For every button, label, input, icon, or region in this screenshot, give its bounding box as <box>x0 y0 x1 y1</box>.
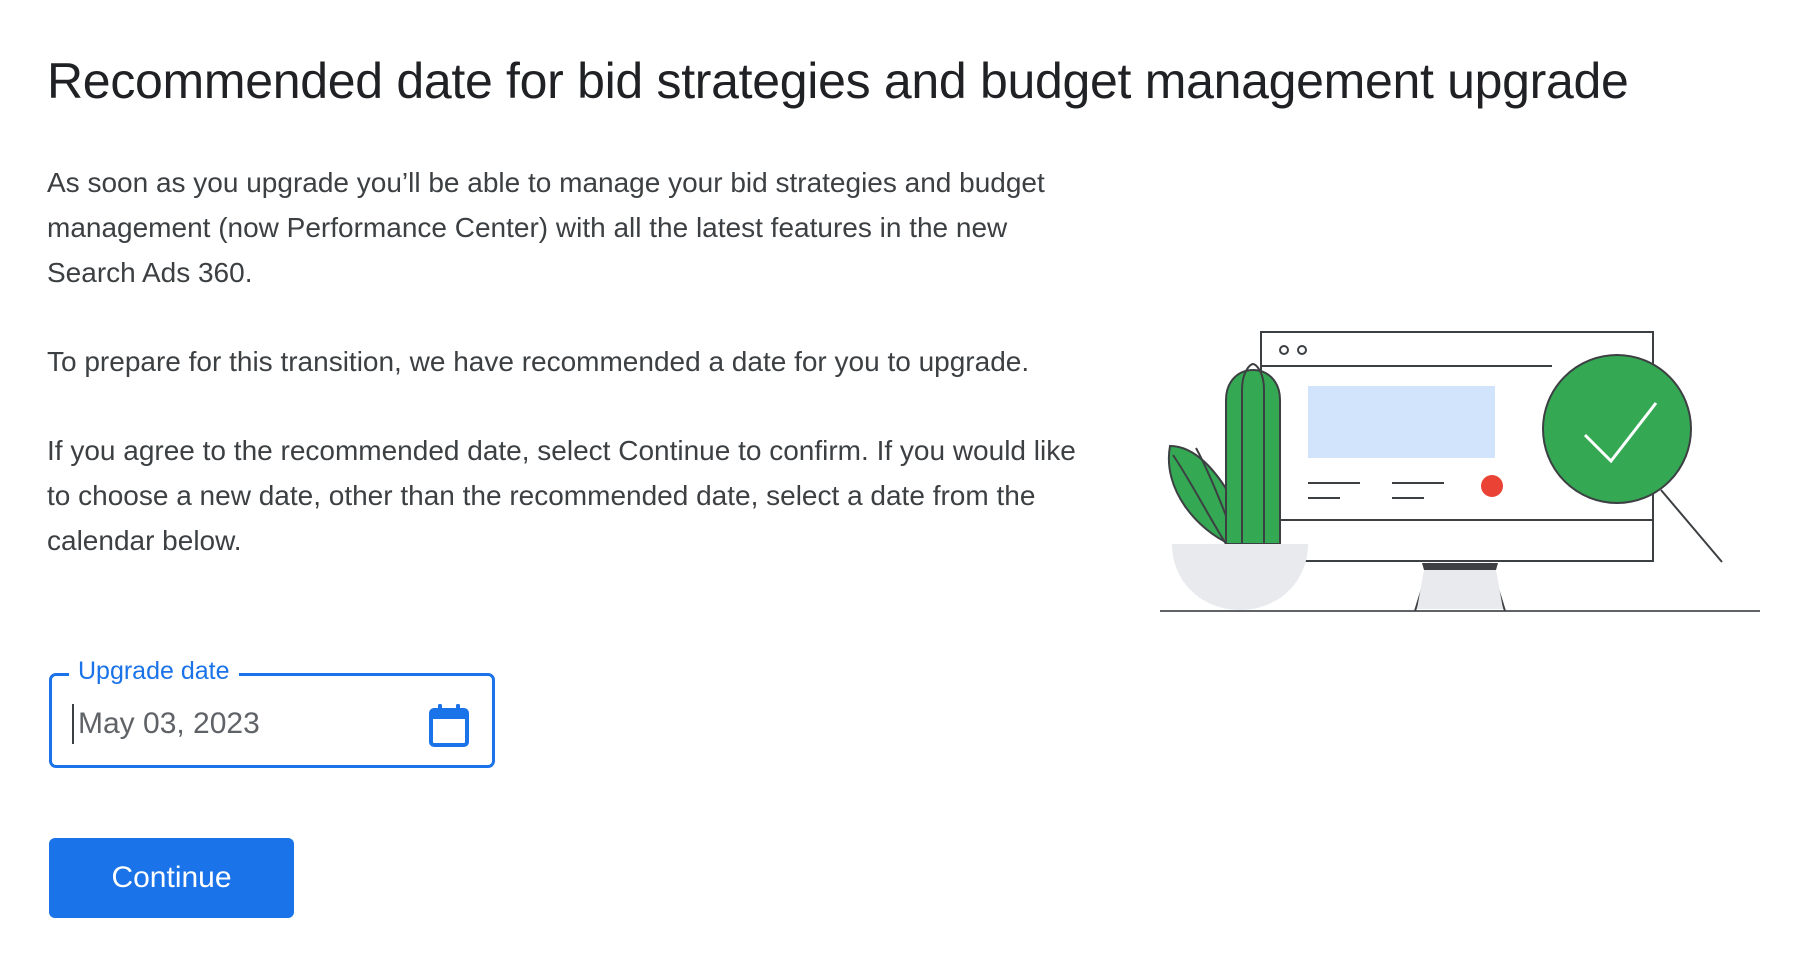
upgrade-illustration <box>1160 320 1760 620</box>
upgrade-date-input[interactable] <box>72 704 408 744</box>
description: As soon as you upgrade you’ll be able to… <box>47 160 1077 607</box>
intro-paragraph: As soon as you upgrade you’ll be able to… <box>47 167 1045 288</box>
prepare-paragraph: To prepare for this transition, we have … <box>47 346 1030 377</box>
monitor-stand-icon <box>1414 562 1506 612</box>
continue-button[interactable]: Continue <box>49 838 294 918</box>
calendar-icon[interactable] <box>428 702 470 748</box>
instructions-paragraph: If you agree to the recommended date, se… <box>47 435 1076 556</box>
upgrade-date-label: Upgrade date <box>69 654 239 688</box>
upgrade-date-field[interactable]: Upgrade date <box>49 654 495 768</box>
page-title: Recommended date for bid strategies and … <box>47 53 1629 109</box>
